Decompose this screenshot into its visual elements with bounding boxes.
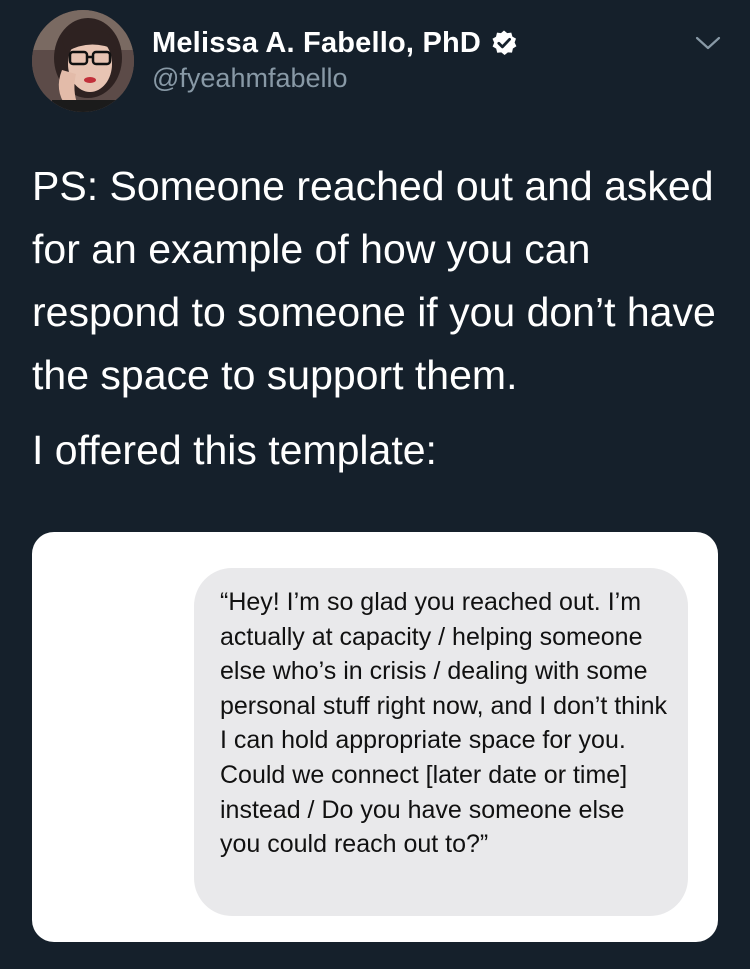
avatar[interactable] (32, 10, 134, 112)
message-bubble-text: “Hey! I’m so glad you reached out. I’m a… (220, 588, 668, 859)
chevron-down-icon[interactable] (693, 33, 723, 53)
author-handle[interactable]: @fyeahmfabello (152, 63, 518, 94)
author-name-row: Melissa A. Fabello, PhD (152, 25, 518, 61)
tweet-text-paragraph: PS: Someone reached out and asked for an… (32, 163, 716, 398)
verified-badge-icon (490, 29, 518, 57)
tweet-text: PS: Someone reached out and asked for an… (32, 155, 732, 482)
tweet-author[interactable]: Melissa A. Fabello, PhD @fyeahmfabello (152, 25, 518, 94)
tweet: Melissa A. Fabello, PhD @fyeahmfabello P… (0, 0, 750, 969)
avatar-image (32, 10, 134, 112)
author-display-name[interactable]: Melissa A. Fabello, PhD (152, 27, 481, 60)
message-bubble: “Hey! I’m so glad you reached out. I’m a… (194, 568, 688, 916)
tweet-text-paragraph: I offered this template: (32, 427, 437, 473)
tweet-media-image[interactable]: “Hey! I’m so glad you reached out. I’m a… (32, 532, 718, 942)
